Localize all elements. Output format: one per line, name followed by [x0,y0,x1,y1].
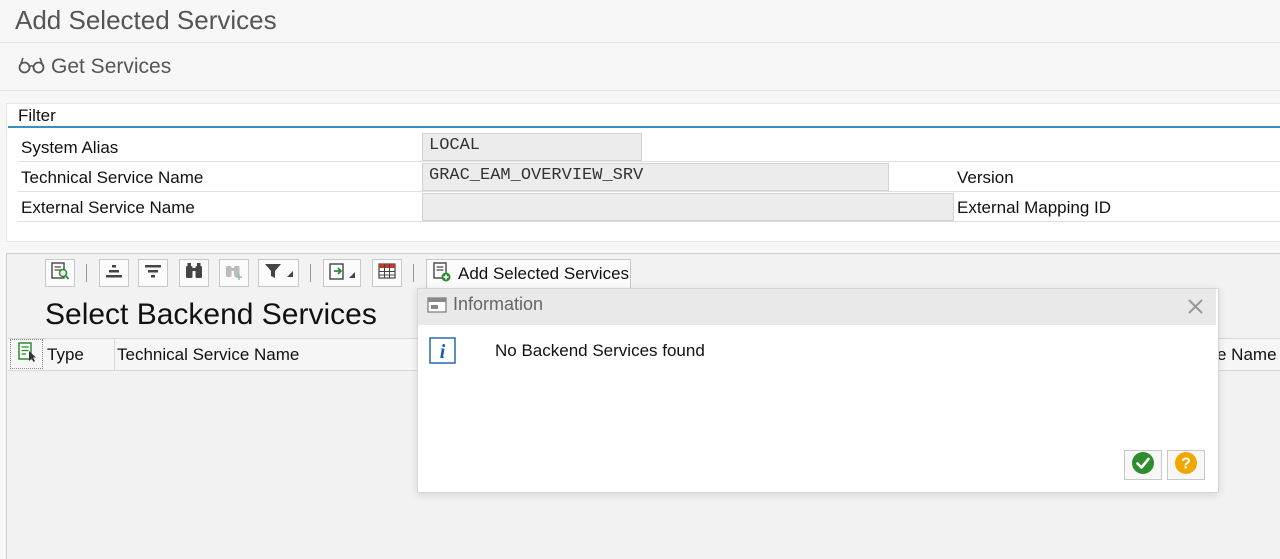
row-divider [17,191,1280,192]
close-icon[interactable] [1186,297,1205,321]
details-icon [50,261,70,286]
column-header-type[interactable]: Type [47,345,84,365]
filter-title: Filter [18,106,56,125]
toolbar-separator [86,264,87,282]
find-button[interactable] [179,259,209,287]
grid-title: Select Backend Services [45,298,377,331]
select-all-icon [16,341,38,368]
layout-button[interactable] [372,259,402,287]
toolbar-separator [413,264,414,282]
system-alias-field[interactable]: LOCAL [422,133,642,161]
sort-ascending-icon [104,261,124,286]
add-selected-services-label: Add Selected Services [458,264,630,283]
filter-divider [8,126,1280,128]
dialog-window-icon [427,296,447,319]
row-divider [17,221,1280,222]
filter-icon [263,261,295,286]
details-button[interactable] [45,259,75,287]
dialog-message: No Backend Services found [495,341,705,360]
toolbar [0,43,1280,91]
external-service-name-label: External Service Name [21,198,195,217]
ok-button[interactable] [1124,450,1162,480]
column-header-partial[interactable]: e Name [1217,345,1277,365]
glasses-icon [18,55,45,80]
external-mapping-id-label: External Mapping ID [957,198,1112,217]
add-selected-services-button[interactable]: Add Selected Services [426,259,631,289]
technical-service-name-label: Technical Service Name [21,168,204,187]
svg-text:i: i [440,341,446,363]
layout-icon [377,261,397,286]
find-next-icon [224,261,244,286]
check-icon [1131,451,1155,480]
add-document-icon [431,261,453,288]
filter-button[interactable] [258,259,299,287]
column-divider [114,339,115,370]
svg-text:?: ? [1181,455,1191,472]
system-alias-label: System Alias [21,138,119,157]
help-button[interactable]: ? [1167,450,1205,480]
dialog-title: Information [453,294,544,314]
help-icon: ? [1174,451,1198,480]
page-title: Add Selected Services [15,5,277,35]
select-all-button[interactable] [10,339,43,369]
column-header-technical-service-name[interactable]: Technical Service Name [117,345,299,365]
sort-descending-button[interactable] [138,259,168,287]
info-icon: i [429,337,456,369]
export-icon [327,261,357,286]
sort-ascending-button[interactable] [99,259,129,287]
technical-service-name-field[interactable]: GRAC_EAM_OVERVIEW_SRV [422,163,889,191]
row-divider [17,161,1280,162]
version-label: Version [957,168,1014,187]
find-next-button[interactable] [219,259,249,287]
find-icon [184,261,204,286]
export-button[interactable] [323,259,361,287]
toolbar-separator [310,264,311,282]
external-service-name-field[interactable] [422,193,954,221]
sort-descending-icon [143,261,163,286]
get-services-label: Get Services [51,55,172,78]
get-services-button[interactable]: Get Services [18,54,171,80]
